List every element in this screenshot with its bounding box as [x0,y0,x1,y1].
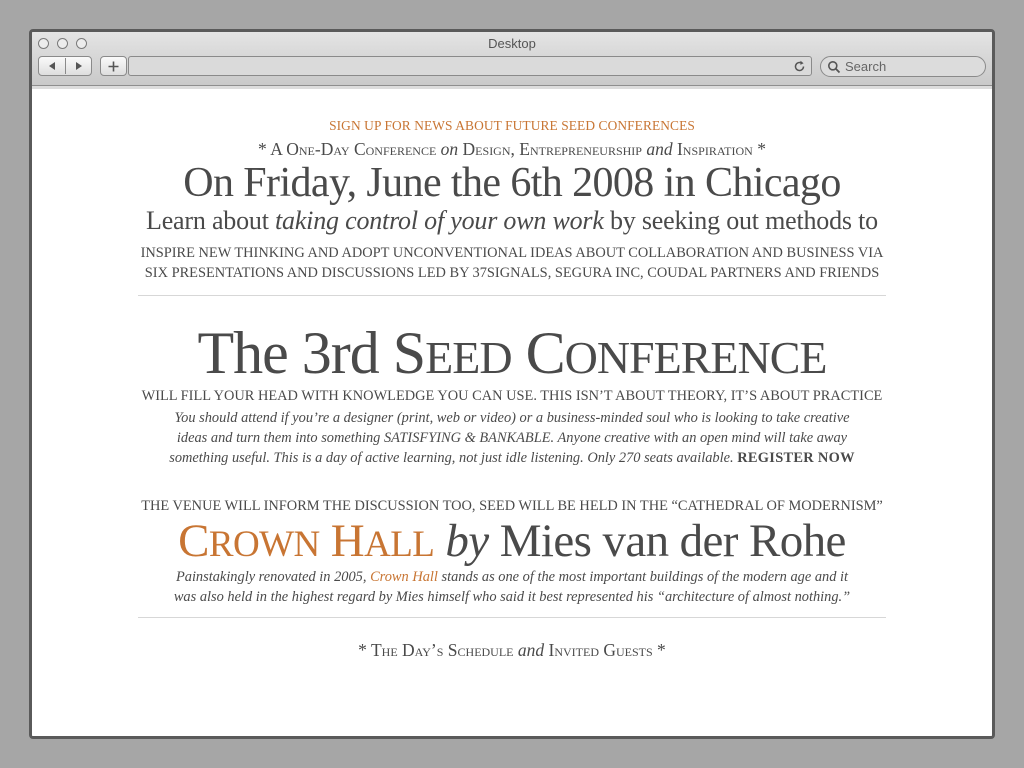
plus-icon [108,61,119,71]
crown-by: by [445,515,489,567]
page-content: SIGN UP FOR NEWS ABOUT FUTURE SEED CONFE… [32,89,992,736]
address-bar[interactable] [128,56,812,76]
seed-title-cap: C [525,320,566,386]
seed-conference-title: The 3rd SEED CONFERENCE [138,321,886,390]
search-field[interactable] [820,56,986,77]
schedule-part: Invited Guests * [544,640,666,660]
inspire-line: SIX PRESENTATIONS AND DISCUSSIONS LED BY… [144,265,880,281]
section-divider [138,295,886,296]
tagline-part: Inspiration * [672,139,766,159]
search-icon [828,61,841,74]
back-button[interactable] [39,57,65,75]
reno-text: stands as one of the most important buil… [437,569,849,585]
learn-text: Learn about [146,206,276,235]
browser-toolbar: Desktop [32,32,992,86]
section-divider [138,617,886,618]
new-tab-button[interactable] [100,56,127,76]
browser-window: Desktop Search SIGN UP FOR NEWS ABOUT FU… [29,29,995,739]
schedule-heading: * The Day’s Schedule and Invited Guests … [138,640,886,661]
nav-button-group [38,56,92,76]
seed-title-smallcaps: ONFERENCE [564,332,828,383]
window-title: Desktop [488,36,536,51]
schedule-part: * The Day’s Schedule [358,640,518,660]
learn-text: by seeking out methods to [603,206,878,235]
fill-line: WILL FILL YOUR HEAD WITH KNOWLEDGE YOU C… [141,388,883,404]
seed-title-part: The 3rd [197,320,393,386]
schedule-and: and [517,640,545,660]
attend-line: ideas and turn them into something SATIS… [176,430,848,446]
renovation-paragraph: Painstakingly renovated in 2005, Crown H… [138,567,886,607]
forward-button[interactable] [66,57,92,75]
seed-title-cap: S [392,320,426,386]
reno-line: was also held in the highest regard by M… [173,589,851,605]
hall-smallcaps: ALL [364,524,435,565]
attend-line: You should attend if you’re a designer (… [174,410,850,426]
learn-emphasis: taking control of your own work [275,206,604,235]
tagline-part: * A One-Day Conference [258,139,441,159]
crown-cap: C [178,515,209,567]
inspire-line: INSPIRE NEW THINKING AND ADOPT UNCONVENT… [140,245,884,261]
hall-cap: H [330,515,365,567]
tagline-on: on [440,139,459,159]
attend-line: something useful. This is a day of activ… [169,450,738,466]
crown-hall-link[interactable]: Crown Hall [370,569,438,585]
seed-title-smallcaps: EED [425,332,512,383]
crown-smallcaps: ROWN [208,524,320,565]
crown-hall-heading: CROWN HALL by Mies van der Rohe [138,513,886,573]
learn-line: Learn about taking control of your own w… [138,206,886,236]
inspire-paragraph: INSPIRE NEW THINKING AND ADOPT UNCONVENT… [138,243,886,283]
register-now-link[interactable]: REGISTER NOW [737,450,855,466]
attend-paragraph: You should attend if you’re a designer (… [138,408,886,468]
tagline-part: Design, Entrepreneurship [458,139,647,159]
architect-name: Mies van der Rohe [499,515,847,567]
reload-icon [794,60,804,71]
signup-link[interactable]: SIGN UP FOR NEWS ABOUT FUTURE SEED CONFE… [138,118,886,134]
back-arrow-icon [49,62,55,70]
reload-button[interactable] [791,58,807,74]
tagline-and: and [646,139,673,159]
date-heading: On Friday, June the 6th 2008 in Chicago [183,160,841,206]
search-input[interactable] [845,58,979,75]
reno-text: Painstakingly renovated in 2005, [175,569,371,585]
crown-hall-name: CROWN HALL [178,515,435,567]
conference-tagline: * A One-Day Conference on Design, Entrep… [138,139,886,160]
forward-arrow-icon [76,62,82,70]
